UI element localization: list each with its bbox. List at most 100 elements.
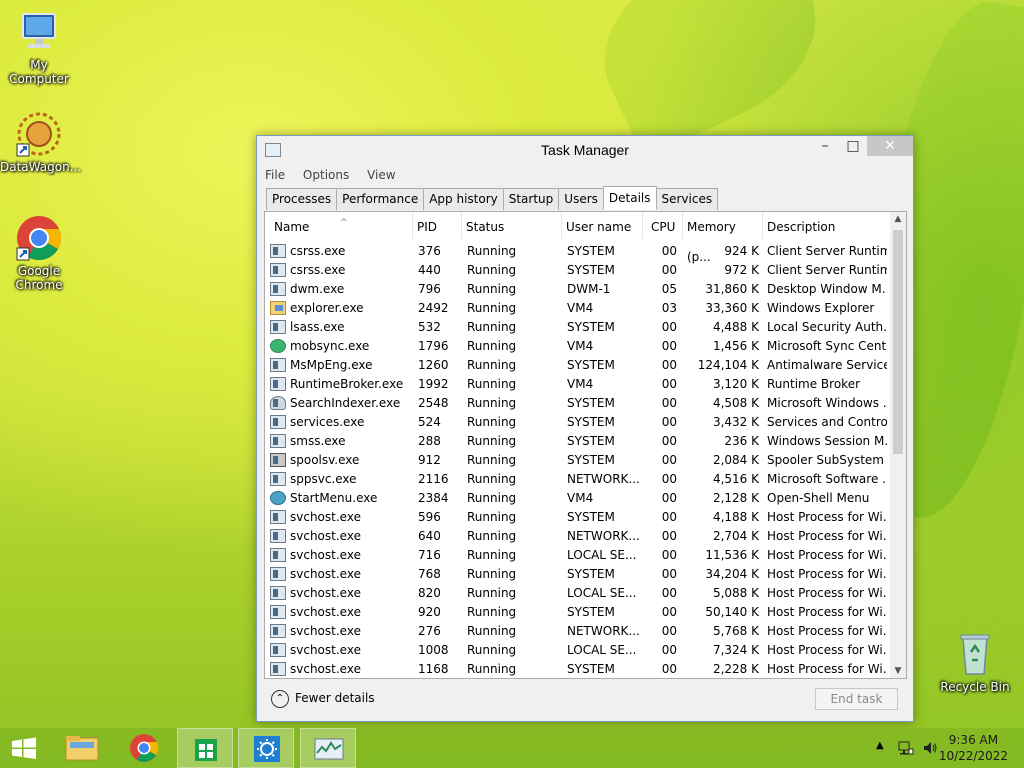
column-header-name[interactable]: ^ Name	[270, 212, 413, 239]
menu-file[interactable]: File	[265, 164, 285, 186]
start-button[interactable]	[0, 728, 56, 768]
cell-status: Running	[467, 415, 517, 429]
table-row[interactable]: svchost.exe 716 Running LOCAL SE... 00 11,536…	[265, 546, 890, 565]
column-header-pid[interactable]: PID	[413, 212, 462, 239]
cell-description: Antimalware Service...	[767, 358, 887, 372]
cell-user-name: SYSTEM	[567, 396, 615, 410]
fewer-details-label: Fewer details	[295, 691, 375, 705]
table-row[interactable]: svchost.exe 1008 Running LOCAL SE... 00 7,324…	[265, 641, 890, 660]
table-row[interactable]: explorer.exe 2492 Running VM4 03 33,360 K Wind…	[265, 299, 890, 318]
cell-status: Running	[467, 643, 517, 657]
cell-cpu: 00	[661, 548, 677, 562]
table-row[interactable]: MsMpEng.exe 1260 Running SYSTEM 00 124,104 K A…	[265, 356, 890, 375]
cell-pid: 440	[418, 263, 441, 277]
fewer-details-button[interactable]: ⌃ Fewer details	[271, 689, 375, 708]
table-row[interactable]: csrss.exe 376 Running SYSTEM 00 924 K Client S…	[265, 242, 890, 261]
taskbar-chrome[interactable]	[116, 728, 172, 768]
cell-status: Running	[467, 263, 517, 277]
table-row[interactable]: smss.exe 288 Running SYSTEM 00 236 K Windows S…	[265, 432, 890, 451]
scrollbar-thumb[interactable]	[893, 230, 903, 454]
table-row[interactable]: csrss.exe 440 Running SYSTEM 00 972 K Client S…	[265, 261, 890, 280]
cell-memory: 4,516 K	[712, 472, 759, 486]
table-row[interactable]: spoolsv.exe 912 Running SYSTEM 00 2,084 K Spoo…	[265, 451, 890, 470]
cell-user-name: SYSTEM	[567, 415, 615, 429]
table-row[interactable]: dwm.exe 796 Running DWM-1 05 31,860 K Desktop …	[265, 280, 890, 299]
chrome-icon	[130, 734, 159, 762]
table-row[interactable]: svchost.exe 920 Running SYSTEM 00 50,140 K Hos…	[265, 603, 890, 622]
table-row[interactable]: StartMenu.exe 2384 Running VM4 00 2,128 K Open…	[265, 489, 890, 508]
chevron-up-icon: ⌃	[271, 689, 289, 708]
vertical-scrollbar[interactable]: ▲ ▼	[890, 212, 906, 678]
taskbar-task-manager[interactable]	[300, 728, 356, 768]
cell-description: Client Server Runtim...	[767, 244, 887, 258]
table-row[interactable]: RuntimeBroker.exe 1992 Running VM4 00 3,120 K…	[265, 375, 890, 394]
desktop-icon-datawagon[interactable]: DataWagon...	[0, 110, 81, 174]
table-row[interactable]: lsass.exe 532 Running SYSTEM 00 4,488 K Local …	[265, 318, 890, 337]
network-icon[interactable]	[898, 740, 914, 756]
tab-users[interactable]: Users	[558, 188, 604, 210]
tab-services[interactable]: Services	[655, 188, 719, 210]
minimize-button[interactable]: –	[811, 136, 839, 156]
tab-processes[interactable]: Processes	[266, 188, 338, 210]
cell-memory: 124,104 K	[697, 358, 759, 372]
cell-pid: 1796	[418, 339, 449, 353]
cell-name: csrss.exe	[290, 244, 346, 258]
close-button[interactable]: ✕	[867, 136, 913, 156]
table-row[interactable]: svchost.exe 640 Running NETWORK... 00 2,704 K…	[265, 527, 890, 546]
cell-pid: 820	[418, 586, 441, 600]
tab-details[interactable]: Details	[602, 186, 657, 210]
taskbar-file-explorer[interactable]	[54, 728, 110, 768]
cell-pid: 1008	[418, 643, 449, 657]
taskbar-settings[interactable]	[238, 728, 294, 768]
cell-user-name: SYSTEM	[567, 434, 615, 448]
column-header-cpu[interactable]: CPU	[647, 212, 683, 239]
cell-status: Running	[467, 244, 517, 258]
cell-memory: 11,536 K	[705, 548, 759, 562]
column-header-description[interactable]: Description	[763, 212, 889, 239]
desktop-icon-my-computer[interactable]: My Computer	[0, 8, 78, 86]
scroll-up-arrow-icon[interactable]: ▲	[890, 214, 906, 224]
table-row[interactable]: svchost.exe 768 Running SYSTEM 00 34,204 K Hos…	[265, 565, 890, 584]
tab-app-history[interactable]: App history	[423, 188, 504, 210]
cell-cpu: 00	[661, 415, 677, 429]
table-row[interactable]: svchost.exe 596 Running SYSTEM 00 4,188 K Host…	[265, 508, 890, 527]
table-row[interactable]: svchost.exe 820 Running LOCAL SE... 00 5,088 …	[265, 584, 890, 603]
menu-view[interactable]: View	[367, 164, 395, 186]
table-row[interactable]: services.exe 524 Running SYSTEM 00 3,432 K Ser…	[265, 413, 890, 432]
table-row[interactable]: svchost.exe 276 Running NETWORK... 00 5,768 K…	[265, 622, 890, 641]
cell-name: lsass.exe	[290, 320, 345, 334]
show-hidden-icons-icon[interactable]: ▲	[876, 740, 884, 751]
cell-cpu: 00	[661, 396, 677, 410]
tab-startup[interactable]: Startup	[502, 188, 560, 210]
cell-user-name: SYSTEM	[567, 510, 615, 524]
column-header-memory[interactable]: Memory (p...	[683, 212, 763, 264]
taskbar-clock[interactable]: 9:36 AM 10/22/2022	[939, 732, 1008, 764]
cell-pid: 796	[418, 282, 441, 296]
scroll-down-arrow-icon[interactable]: ▼	[890, 666, 906, 676]
volume-icon[interactable]	[922, 740, 938, 756]
cell-pid: 2492	[418, 301, 449, 315]
column-header-user-name[interactable]: User name	[562, 212, 643, 239]
cell-cpu: 00	[661, 624, 677, 638]
column-header-status[interactable]: Status	[462, 212, 562, 239]
cell-memory: 236 K	[724, 434, 759, 448]
process-icon	[270, 624, 286, 638]
cell-pid: 768	[418, 567, 441, 581]
maximize-button[interactable]: □	[839, 136, 867, 156]
cell-name: services.exe	[290, 415, 365, 429]
process-icon	[270, 415, 286, 429]
menu-options[interactable]: Options	[303, 164, 349, 186]
table-row[interactable]: mobsync.exe 1796 Running VM4 00 1,456 K Micros…	[265, 337, 890, 356]
table-row[interactable]: sppsvc.exe 2116 Running NETWORK... 00 4,516 K…	[265, 470, 890, 489]
table-row[interactable]: SearchIndexer.exe 2548 Running SYSTEM 00 4,50…	[265, 394, 890, 413]
desktop-icon-google-chrome[interactable]: Google Chrome	[0, 214, 78, 292]
recycle-bin-icon	[951, 630, 999, 678]
title-bar[interactable]: Task Manager – □ ✕	[257, 136, 913, 164]
task-manager-window[interactable]: Task Manager – □ ✕ File Options View Pro…	[256, 135, 914, 722]
taskbar-store[interactable]	[177, 728, 233, 768]
end-task-button[interactable]: End task	[815, 688, 898, 710]
desktop-icon-recycle-bin[interactable]: Recycle Bin	[936, 630, 1014, 694]
settings-icon	[254, 736, 280, 762]
process-icon	[270, 529, 286, 543]
tab-performance[interactable]: Performance	[336, 188, 425, 210]
